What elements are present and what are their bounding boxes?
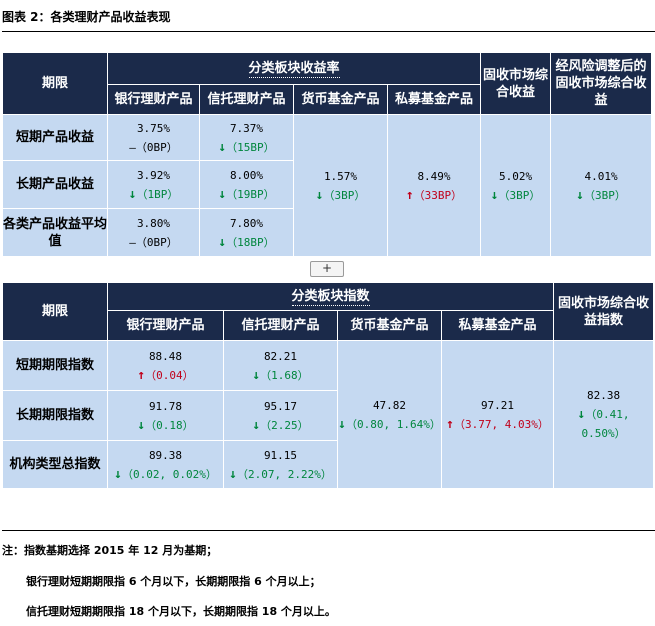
- cell-trust: 95.17 ↓（2.25）: [223, 390, 338, 441]
- cell-money-fund: 1.57% ↓（3BP）: [293, 114, 388, 257]
- cell-trust: 82.21 ↓（1.68）: [223, 340, 338, 391]
- cell-private-fund: 8.49% ↑（33BP）: [386, 114, 482, 257]
- header-bank: 银行理财产品: [107, 310, 224, 341]
- bottom-rule: [2, 530, 655, 531]
- cell-bank: 3.80% –（0BP）: [107, 208, 200, 257]
- cell-risk-adjusted: 4.01% ↓（3BP）: [550, 114, 653, 257]
- cell-trust: 91.15 ↓（2.07, 2.22%）: [223, 440, 338, 489]
- note-bank-term: 银行理财短期期限指 6 个月以下，长期期限指 6 个月以上；: [26, 575, 321, 588]
- row-label: 短期产品收益: [2, 114, 108, 161]
- header-category-index: 分类板块指数: [106, 282, 555, 311]
- cell-trust: 7.37% ↓（15BP）: [199, 114, 294, 161]
- top-rule: [2, 31, 655, 32]
- cell-bank: 91.78 ↓（0.18）: [107, 390, 224, 441]
- header-period: 期限: [2, 282, 108, 341]
- down-arrow-icon: ↓: [218, 139, 227, 155]
- header-private-fund: 私募基金产品: [386, 84, 482, 115]
- down-arrow-icon: ↓: [218, 234, 227, 250]
- header-trust: 信托理财产品: [199, 84, 294, 115]
- header-money-fund: 货币基金产品: [293, 84, 388, 115]
- down-arrow-icon: ↓: [229, 466, 237, 482]
- down-arrow-icon: ↓: [338, 416, 346, 432]
- cell-bank: 3.92% ↓（1BP）: [107, 160, 200, 209]
- yield-table: 期限 分类板块收益率 固收市场综合收益 经风险调整后的固收市场综合收益 银行理财…: [2, 52, 653, 257]
- cell-bank: 89.38 ↓（0.02, 0.02%）: [107, 440, 224, 489]
- down-arrow-icon: ↓: [218, 186, 227, 202]
- header-private-fund: 私募基金产品: [440, 310, 555, 341]
- cell-fixed-income-index: 82.38 ↓（0.41, 0.50%）: [553, 340, 655, 489]
- header-money-fund: 货币基金产品: [337, 310, 442, 341]
- down-arrow-icon: ↓: [114, 466, 122, 482]
- note-base-period: 注：指数基期选择 2015 年 12 月为基期；: [2, 544, 218, 557]
- row-label: 各类产品收益平均值: [2, 208, 108, 257]
- row-label: 短期期限指数: [2, 340, 108, 391]
- row-label: 长期期限指数: [2, 390, 108, 441]
- cell-trust: 7.80% ↓（18BP）: [199, 208, 294, 257]
- header-fixed-income-index: 固收市场综合收益指数: [553, 282, 655, 341]
- header-fixed-income: 固收市场综合收益: [480, 52, 552, 115]
- cell-money-fund: 47.82 ↓（0.80, 1.64%）: [337, 340, 442, 489]
- expand-button[interactable]: +: [310, 261, 344, 277]
- cell-fixed-income: 5.02% ↓（3BP）: [480, 114, 552, 257]
- cell-private-fund: 97.21 ↑（3.77, 4.03%）: [440, 340, 555, 489]
- header-period: 期限: [2, 52, 108, 115]
- index-table: 期限 分类板块指数 固收市场综合收益指数 银行理财产品 信托理财产品 货币基金产…: [2, 282, 655, 489]
- cell-bank: 88.48 ↑（0.04）: [107, 340, 224, 391]
- row-label: 长期产品收益: [2, 160, 108, 209]
- up-arrow-icon: ↑: [137, 367, 146, 383]
- note-trust-term: 信托理财短期期限指 18 个月以下，长期期限指 18 个月以上。: [26, 605, 336, 618]
- down-arrow-icon: ↓: [252, 417, 261, 433]
- down-arrow-icon: ↓: [252, 367, 261, 383]
- figure-title: 图表 2：各类理财产品收益表现: [2, 10, 171, 24]
- row-label: 机构类型总指数: [2, 440, 108, 489]
- up-arrow-icon: ↑: [405, 187, 414, 203]
- header-bank: 银行理财产品: [107, 84, 200, 115]
- header-risk-adjusted: 经风险调整后的固收市场综合收益: [550, 52, 653, 115]
- down-arrow-icon: ↓: [137, 417, 146, 433]
- up-arrow-icon: ↑: [446, 416, 454, 432]
- header-category-yield: 分类板块收益率: [106, 52, 482, 85]
- cell-trust: 8.00% ↓（19BP）: [199, 160, 294, 209]
- down-arrow-icon: ↓: [576, 187, 584, 203]
- header-trust: 信托理财产品: [223, 310, 338, 341]
- cell-bank: 3.75% –（0BP）: [107, 114, 200, 161]
